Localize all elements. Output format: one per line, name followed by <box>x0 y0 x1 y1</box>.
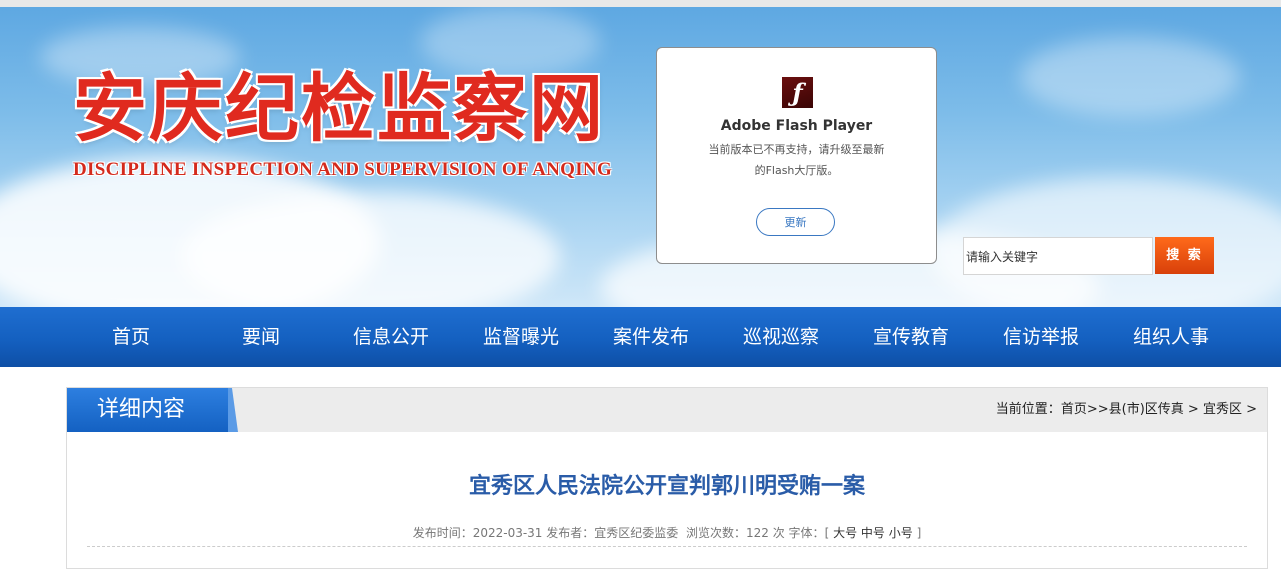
panel-header: 详细内容 当前位置：首页>>县(市)区传真 > 宜秀区 > <box>67 388 1267 432</box>
breadcrumb-separator: > <box>1183 402 1203 417</box>
panel-tab-details: 详细内容 <box>67 388 228 432</box>
main-nav: 首页 要闻 信息公开 监督曝光 案件发布 巡视巡察 宣传教育 信访举报 组织人事 <box>0 307 1281 367</box>
site-subtitle: DISCIPLINE INSPECTION AND SUPERVISION OF… <box>73 159 613 180</box>
breadcrumb-county-news[interactable]: 县(市)区传真 <box>1109 402 1184 417</box>
nav-item-news[interactable]: 要闻 <box>196 307 326 367</box>
view-count: 122 <box>745 526 769 540</box>
views-unit: 次 <box>772 526 785 540</box>
breadcrumb: 当前位置：首页>>县(市)区传真 > 宜秀区 > <box>996 388 1257 432</box>
nav-item-organization-personnel[interactable]: 组织人事 <box>1106 307 1236 367</box>
site-title: 安庆纪检监察网 <box>73 66 605 152</box>
content-panel: 详细内容 当前位置：首页>>县(市)区传真 > 宜秀区 > 宜秀区人民法院公开宣… <box>66 387 1268 569</box>
font-size-large-link[interactable]: 大号 <box>833 526 857 540</box>
breadcrumb-yixiu[interactable]: 宜秀区 <box>1203 402 1242 417</box>
flash-player-name: Adobe Flash Player <box>720 118 873 134</box>
breadcrumb-separator: >> <box>1086 402 1109 417</box>
search-button[interactable]: 搜 索 <box>1155 237 1214 274</box>
publish-label: 发布时间： <box>412 526 473 540</box>
font-size-small-link[interactable]: 小号 <box>889 526 913 540</box>
flash-message-line2: 的Flash大厅版。 <box>754 164 839 177</box>
flash-player-icon: ƒ <box>782 77 813 108</box>
publish-date: 2022-03-31 <box>472 526 543 540</box>
cloud-decoration <box>1020 37 1240 117</box>
publisher-label: 发布者： <box>546 526 595 540</box>
article-title: 宜秀区人民法院公开宣判郭川明受贿一案 <box>468 474 865 499</box>
nav-item-info-disclosure[interactable]: 信息公开 <box>326 307 456 367</box>
search-input[interactable] <box>963 237 1153 275</box>
breadcrumb-prefix: 当前位置： <box>995 402 1061 417</box>
nav-item-home[interactable]: 首页 <box>66 307 196 367</box>
breadcrumb-home[interactable]: 首页 <box>1061 402 1087 417</box>
meta-divider <box>87 546 1247 547</box>
font-size-medium-link[interactable]: 中号 <box>861 526 885 540</box>
nav-item-petition-report[interactable]: 信访举报 <box>976 307 1106 367</box>
bracket-close: ] <box>916 526 922 540</box>
cloud-decoration <box>180 192 560 307</box>
views-label: 浏览次数： <box>685 526 746 540</box>
panel-tab-decoration <box>228 388 238 432</box>
bracket-open: [ <box>824 526 830 540</box>
nav-item-publicity-education[interactable]: 宣传教育 <box>846 307 976 367</box>
nav-item-inspection-tour[interactable]: 巡视巡察 <box>716 307 846 367</box>
publisher: 宜秀区纪委监委 <box>594 526 679 540</box>
nav-item-case-release[interactable]: 案件发布 <box>586 307 716 367</box>
font-size-label: 字体： <box>788 526 825 540</box>
flash-player-notice: ƒ Adobe Flash Player 当前版本已不再支持，请升级至最新 的F… <box>656 47 937 264</box>
breadcrumb-separator: > <box>1241 402 1257 417</box>
flash-message-line1: 当前版本已不再支持，请升级至最新 <box>708 143 885 156</box>
flash-update-button[interactable]: 更新 <box>756 208 835 236</box>
article-meta: 发布时间：2022-03-31 发布者：宜秀区纪委监委 浏览次数：122 次 字… <box>67 524 1267 541</box>
nav-item-supervision-exposure[interactable]: 监督曝光 <box>456 307 586 367</box>
